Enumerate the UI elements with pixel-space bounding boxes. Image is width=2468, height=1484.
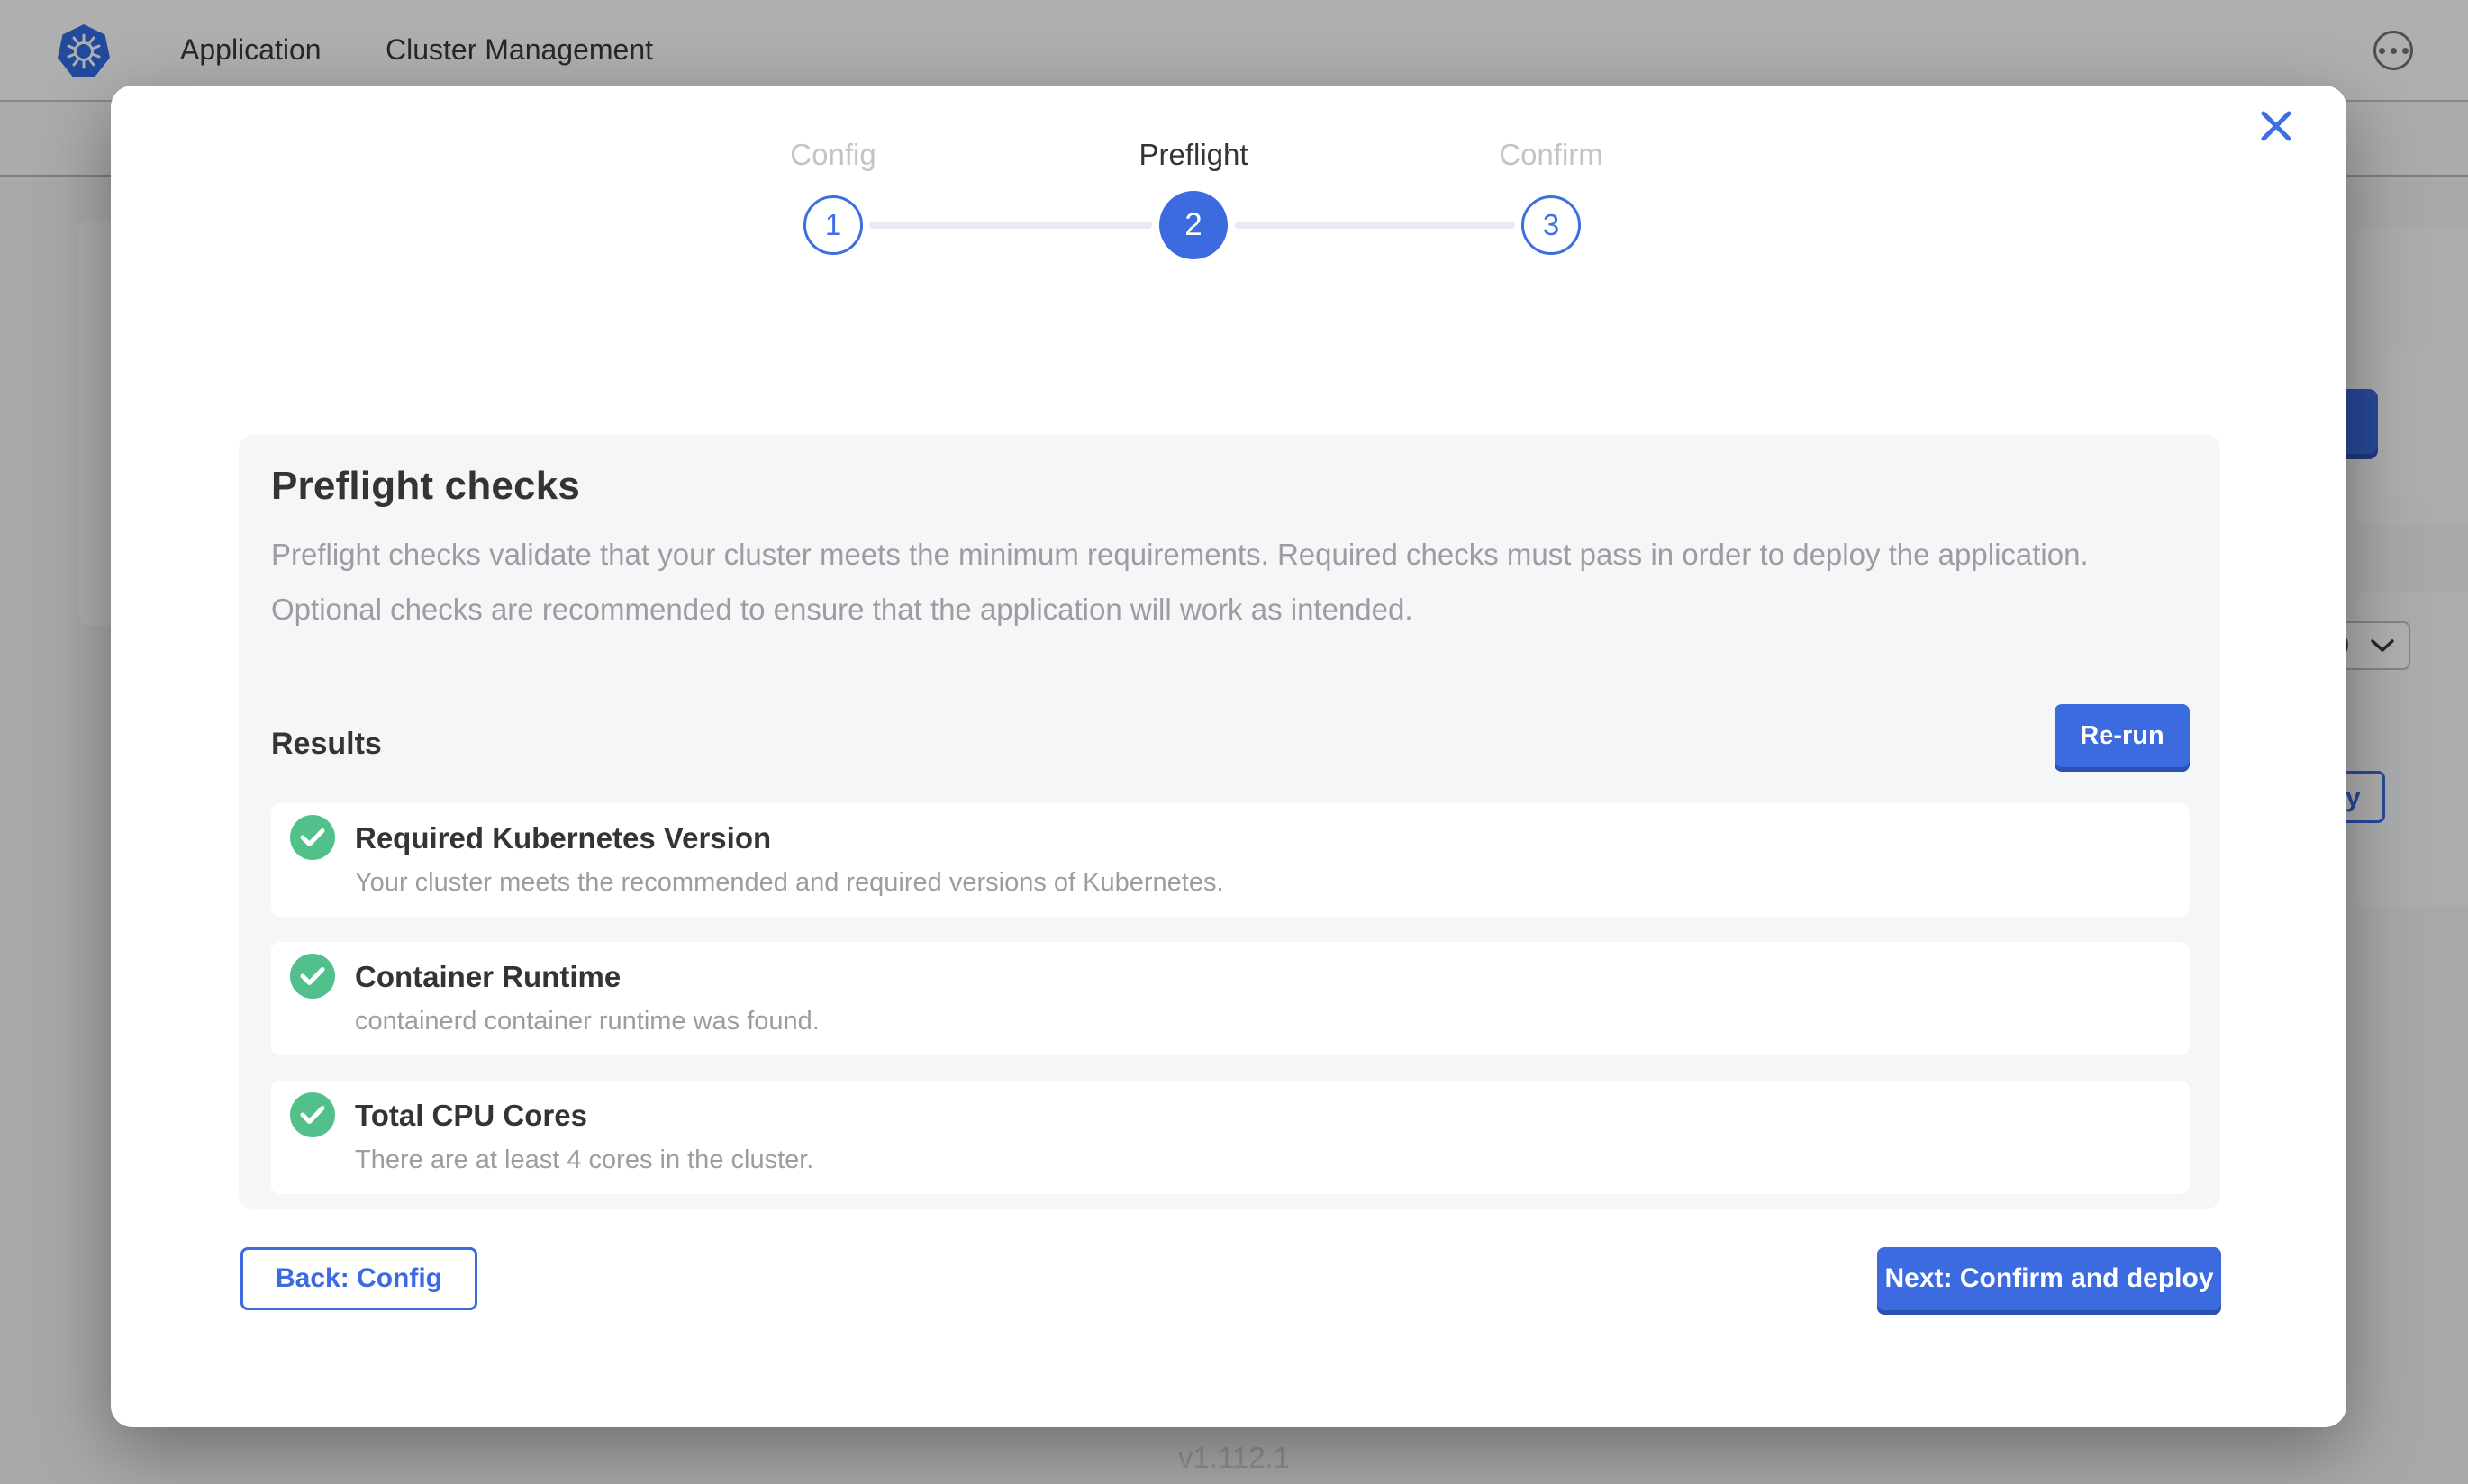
step-connector <box>869 222 1152 229</box>
check-title: Required Kubernetes Version <box>355 821 771 855</box>
check-row-kubernetes-version: Required Kubernetes Version Your cluster… <box>271 803 2190 917</box>
check-title: Total CPU Cores <box>355 1099 587 1133</box>
check-message: There are at least 4 cores in the cluste… <box>355 1145 813 1175</box>
check-pass-icon <box>290 815 335 860</box>
step-circle-1: 1 <box>803 195 863 255</box>
step-circle-3: 3 <box>1521 195 1581 255</box>
preflight-results-card: Preflight checks Preflight checks valida… <box>239 435 2220 1209</box>
check-row-total-cpu-cores: Total CPU Cores There are at least 4 cor… <box>271 1081 2190 1194</box>
step-circle-2-active: 2 <box>1159 191 1228 259</box>
preflight-modal: Config Preflight Confirm 1 2 3 Preflight… <box>111 86 2346 1427</box>
page-title: Preflight checks <box>271 464 2190 509</box>
preflight-description: Preflight checks validate that your clus… <box>271 527 2145 637</box>
next-confirm-deploy-button[interactable]: Next: Confirm and deploy <box>1877 1247 2221 1310</box>
check-row-container-runtime: Container Runtime containerd container r… <box>271 942 2190 1055</box>
step-connector <box>1235 222 1515 229</box>
results-heading: Results <box>271 727 382 767</box>
step-label-config: Config <box>689 138 977 172</box>
check-message: containerd container runtime was found. <box>355 1007 820 1036</box>
app-version-label: v1.112.1 <box>0 1441 2468 1475</box>
check-pass-icon <box>290 954 335 999</box>
step-label-confirm: Confirm <box>1407 138 1695 172</box>
check-results-list: Required Kubernetes Version Your cluster… <box>271 803 2190 1194</box>
results-header-bar: Results Re-run <box>271 704 2190 767</box>
close-icon[interactable] <box>2253 104 2300 150</box>
back-config-button[interactable]: Back: Config <box>240 1247 477 1310</box>
check-title: Container Runtime <box>355 960 621 994</box>
check-pass-icon <box>290 1092 335 1137</box>
check-message: Your cluster meets the recommended and r… <box>355 868 1224 898</box>
step-label-preflight: Preflight <box>1049 138 1338 172</box>
rerun-button[interactable]: Re-run <box>2055 704 2190 767</box>
